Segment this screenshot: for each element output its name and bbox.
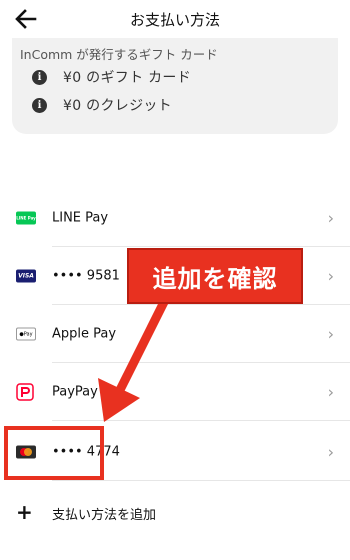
header: お支払い方法	[0, 0, 350, 38]
gift-card-issuer: InComm が発行するギフト カード	[20, 47, 218, 62]
gift-card-balance: ¥0 のギフト カード	[63, 70, 192, 86]
chevron-right-icon: ›	[327, 442, 334, 462]
info-icon: i	[32, 69, 47, 85]
add-payment-method-label: 支払い方法を追加	[52, 508, 157, 523]
chevron-right-icon: ›	[327, 266, 334, 286]
page-title: お支払い方法	[129, 11, 220, 29]
gift-card-balance-row: i ¥0 のギフト カード	[32, 67, 191, 87]
line-pay-logo: LINE Pay	[16, 211, 36, 225]
payment-method-label: PayPay	[52, 384, 98, 400]
divider	[52, 420, 350, 421]
annotation-label: 追加を確認	[127, 248, 303, 304]
chevron-right-icon: ›	[327, 324, 334, 344]
plus-icon: +	[16, 500, 33, 524]
payment-method-label: LINE Pay	[52, 210, 109, 226]
payment-method-label: Apple Pay	[52, 326, 117, 342]
payment-method-apple-pay[interactable]: ●Pay Apple Pay ›	[0, 305, 350, 363]
payment-method-paypay[interactable]: PayPay ›	[0, 363, 350, 421]
payment-method-line-pay[interactable]: LINE Pay LINE Pay ›	[0, 189, 350, 247]
paypay-logo	[16, 383, 34, 401]
credit-balance-row: i ¥0 のクレジット	[32, 95, 172, 115]
chevron-right-icon: ›	[327, 382, 334, 402]
visa-logo: VISA	[16, 269, 36, 283]
divider	[52, 480, 350, 481]
add-payment-method-button[interactable]: + 支払い方法を追加	[0, 494, 350, 534]
annotation-highlight-box	[4, 426, 104, 480]
credit-balance: ¥0 のクレジット	[63, 98, 172, 114]
apple-pay-logo: ●Pay	[16, 327, 36, 341]
payment-method-label: •••• 9581	[52, 268, 120, 284]
info-icon: i	[32, 97, 47, 113]
chevron-right-icon: ›	[327, 208, 334, 228]
